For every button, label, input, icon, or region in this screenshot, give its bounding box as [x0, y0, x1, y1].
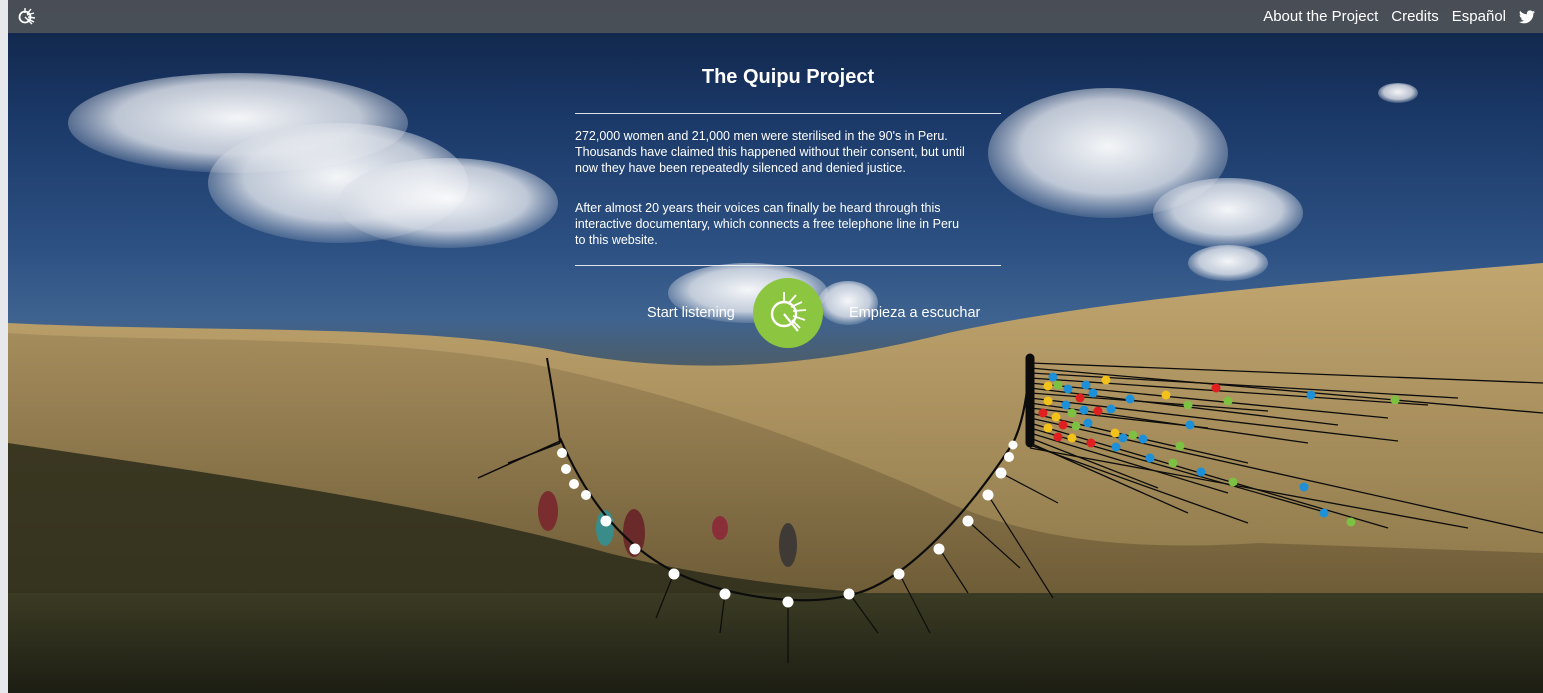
nav-credits[interactable]: Credits: [1391, 8, 1439, 25]
top-nav-links: About the Project Credits Español: [1263, 8, 1535, 25]
intro-line: to this website.: [575, 233, 658, 247]
nav-about-project[interactable]: About the Project: [1263, 8, 1378, 25]
app-frame: About the Project Credits Español The Qu…: [8, 0, 1543, 693]
twitter-icon[interactable]: [1519, 9, 1535, 24]
divider-top: [575, 113, 1001, 114]
ground: [8, 593, 1543, 693]
divider-bottom: [575, 265, 1001, 266]
empieza-escuchar-link[interactable]: Empieza a escuchar: [849, 305, 980, 321]
intro-line: Thousands have claimed this happened wit…: [575, 145, 965, 159]
intro-line: After almost 20 years their voices can f…: [575, 201, 941, 215]
intro-paragraph-1: 272,000 women and 21,000 men were steril…: [575, 128, 1005, 176]
top-navigation-bar: About the Project Credits Español: [8, 0, 1543, 33]
start-listening-row: Start listening Empieza a escuchar: [8, 278, 1543, 348]
intro-line: now they have been repeatedly silenced a…: [575, 161, 906, 175]
start-listening-link[interactable]: Start listening: [647, 305, 735, 321]
quipu-logo-icon: [770, 292, 807, 332]
intro-paragraph-2: After almost 20 years their voices can f…: [575, 200, 1005, 248]
quipu-logo-icon[interactable]: [16, 7, 36, 27]
intro-line: interactive documentary, which connects …: [575, 217, 960, 231]
intro-line: 272,000 women and 21,000 men were steril…: [575, 129, 948, 143]
page-title: The Quipu Project: [701, 66, 875, 88]
nav-espanol[interactable]: Español: [1452, 8, 1506, 25]
start-listening-button[interactable]: [753, 278, 823, 348]
